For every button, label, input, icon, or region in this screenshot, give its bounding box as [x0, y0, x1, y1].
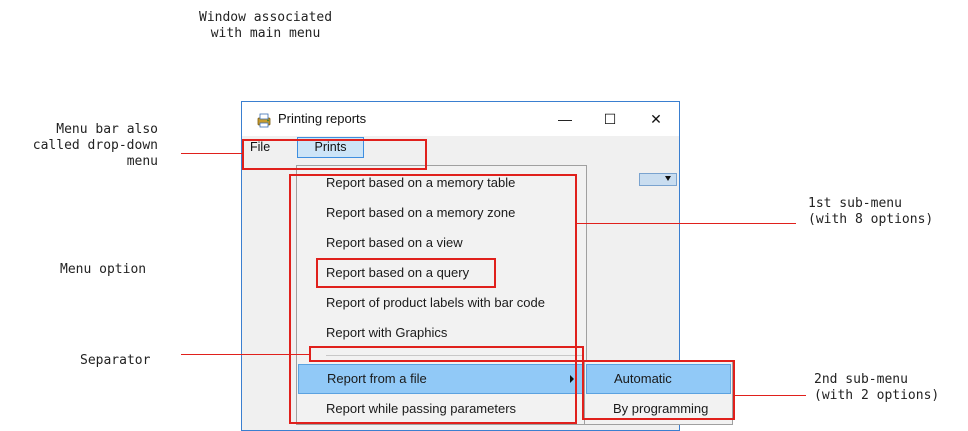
menu-item-from-file[interactable]: Report from a file: [298, 364, 585, 394]
annotation-menu-bar: Menu bar also called drop-down menu: [32, 122, 158, 169]
annotation-first-submenu: 1st sub-menu (with 8 options): [808, 196, 934, 227]
connector-second-submenu: [735, 395, 806, 396]
connector-first-submenu: [577, 223, 796, 224]
menu-bar: File Prints: [242, 136, 679, 160]
maximize-button[interactable]: ☐: [587, 102, 633, 136]
connector-separator: [181, 354, 309, 355]
menu-item-graphics[interactable]: Report with Graphics: [297, 318, 586, 348]
menu-file[interactable]: File: [250, 140, 270, 154]
menu-item-memory-zone[interactable]: Report based on a memory zone: [297, 198, 586, 228]
combo-box[interactable]: [639, 173, 677, 186]
window-title: Printing reports: [278, 111, 367, 126]
dropdown-arrow-icon: [665, 176, 671, 181]
from-file-submenu: Automatic By programming: [584, 361, 733, 425]
menu-prints[interactable]: Prints: [297, 137, 364, 158]
menu-item-bar-code[interactable]: Report of product labels with bar code: [297, 288, 586, 318]
annotation-second-submenu: 2nd sub-menu (with 2 options): [814, 372, 940, 403]
annotation-window-main-menu: Window associated with main menu: [199, 10, 333, 41]
submenu-item-by-programming[interactable]: By programming: [585, 394, 732, 424]
close-button[interactable]: ✕: [633, 102, 679, 136]
title-bar[interactable]: Printing reports — ☐ ✕: [242, 102, 679, 136]
annotation-separator: Separator: [80, 353, 151, 368]
menu-item-passing-parameters[interactable]: Report while passing parameters: [297, 394, 586, 424]
printer-app-icon: [257, 113, 271, 128]
menu-item-from-file-label: Report from a file: [327, 371, 427, 386]
menu-item-view[interactable]: Report based on a view: [297, 228, 586, 258]
menu-item-query[interactable]: Report based on a query: [297, 258, 586, 288]
menu-item-memory-table[interactable]: Report based on a memory table: [297, 168, 586, 197]
annotation-menu-option: Menu option: [60, 262, 147, 277]
submenu-item-automatic[interactable]: Automatic: [586, 364, 731, 394]
menu-separator: [326, 355, 582, 356]
connector-menu-bar: [181, 153, 242, 154]
submenu-arrow-icon: [570, 375, 574, 383]
prints-dropdown-menu: Report based on a memory table Report ba…: [296, 165, 587, 425]
minimize-button[interactable]: —: [542, 102, 588, 136]
